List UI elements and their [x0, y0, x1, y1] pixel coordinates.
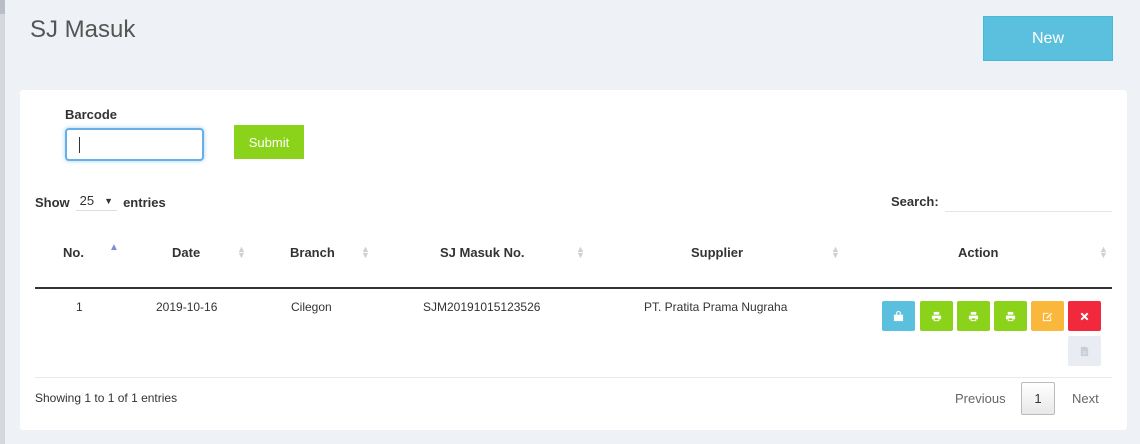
entries-label: entries: [123, 194, 166, 210]
text-caret: [79, 137, 80, 153]
purchase-button[interactable]: [882, 301, 915, 331]
column-header-date[interactable]: Date: [172, 245, 200, 260]
submit-button[interactable]: Submit: [234, 125, 304, 159]
print-button[interactable]: [920, 301, 953, 331]
chevron-down-icon: ▼: [104, 195, 114, 206]
page-length-control: Show 25 ▼ entries: [35, 193, 166, 211]
print-button[interactable]: [957, 301, 990, 331]
sort-icon: ▲ ▼: [1099, 244, 1108, 260]
search-label: Search:: [891, 194, 939, 209]
barcode-label: Barcode: [65, 107, 118, 122]
column-header-supplier[interactable]: Supplier: [691, 245, 743, 260]
cell-no: 1: [76, 300, 83, 314]
table-header: No. ▲ Date ▲ ▼ Branch ▲ ▼ SJ Masuk No. ▲ ▼ …: [35, 230, 1112, 289]
shopping-bag-icon: [893, 310, 904, 321]
sort-ascending-icon: ▲: [109, 242, 119, 253]
print-icon: [1005, 311, 1016, 321]
page-length-value: 25: [79, 193, 95, 208]
page-length-select[interactable]: 25 ▼: [75, 193, 118, 211]
print-icon: [968, 311, 979, 321]
barcode-input[interactable]: [65, 128, 204, 161]
main-card: Barcode Submit Show 25 ▼ entries Search:…: [20, 90, 1127, 430]
table-row: 1 2019-10-16 Cilegon SJM20191015123526 P…: [35, 289, 1112, 378]
left-scroll-edge: [0, 0, 5, 444]
page-title: SJ Masuk: [30, 16, 136, 43]
edit-icon: [1042, 312, 1053, 321]
cell-branch: Cilegon: [291, 300, 332, 314]
show-label: Show: [35, 194, 70, 210]
pdf-button[interactable]: [1068, 336, 1101, 366]
pagination-page[interactable]: 1: [1021, 382, 1055, 415]
sort-icon: ▲ ▼: [831, 244, 840, 260]
table-info: Showing 1 to 1 of 1 entries: [35, 391, 178, 405]
delete-button[interactable]: [1068, 301, 1101, 331]
left-scroll-thumb[interactable]: [0, 0, 5, 14]
print-icon: [931, 311, 942, 321]
cell-date: 2019-10-16: [156, 300, 218, 314]
print-button[interactable]: [994, 301, 1027, 331]
column-header-action[interactable]: Action: [958, 245, 998, 260]
edit-button[interactable]: [1031, 301, 1064, 331]
sort-icon: ▲ ▼: [361, 244, 370, 260]
new-button[interactable]: New: [983, 16, 1113, 61]
pagination-next[interactable]: Next: [1072, 391, 1099, 406]
column-header-sj-no[interactable]: SJ Masuk No.: [440, 245, 525, 260]
search-input[interactable]: [945, 187, 1112, 212]
sort-icon: ▲ ▼: [576, 244, 585, 260]
column-header-no[interactable]: No.: [63, 245, 84, 260]
close-icon: [1080, 312, 1089, 320]
pagination-previous[interactable]: Previous: [955, 391, 1006, 406]
cell-supplier: PT. Pratita Prama Nugraha: [644, 300, 788, 314]
sort-icon: ▲ ▼: [237, 244, 246, 260]
column-header-branch[interactable]: Branch: [290, 245, 335, 260]
cell-sj-no: SJM20191015123526: [423, 300, 541, 314]
pdf-file-icon: [1080, 346, 1089, 356]
